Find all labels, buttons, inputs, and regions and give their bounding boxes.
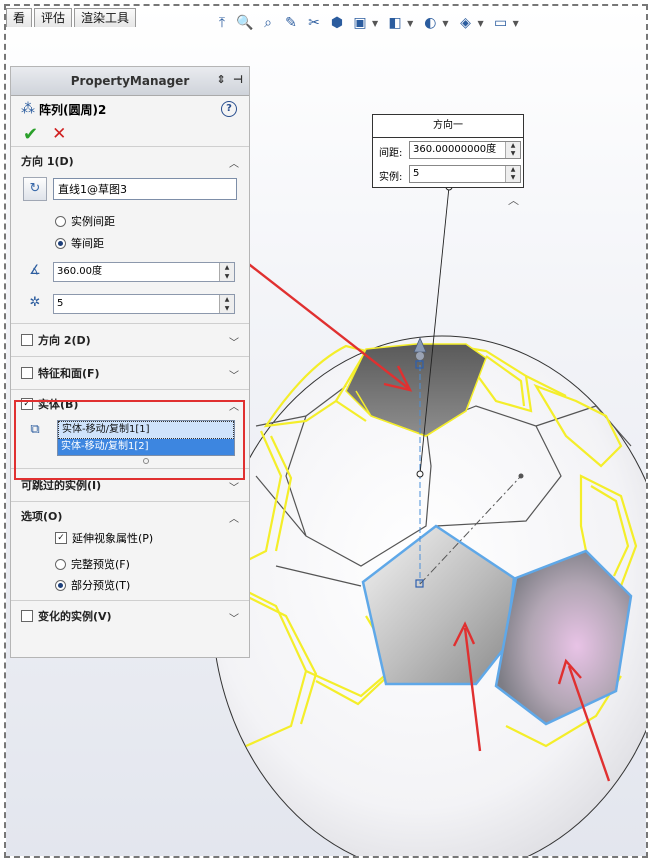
chevron-down-icon[interactable]: ▼ [477,19,483,28]
apply-scene-icon[interactable]: ◈ [454,12,476,34]
monitor-icon[interactable]: ▭ [490,12,512,34]
circular-pattern-icon: ⁂ [21,101,35,117]
partial-preview-option[interactable]: 部分预览(T) [55,577,130,593]
varied-instances-checkbox[interactable] [21,610,33,622]
chevron-down-icon[interactable]: ﹀ [229,334,239,349]
previous-view-icon[interactable]: ✎ [280,12,302,34]
angle-spinner[interactable]: ▲ ▼ [219,263,234,281]
direction2-header[interactable]: 方向 2(D) ﹀ [11,324,249,356]
chevron-up-icon[interactable]: ︿ [508,192,519,208]
view-cube-icon[interactable]: ⬢ [326,12,348,34]
radio-partial-preview[interactable] [55,579,66,591]
callout-instances-row: 实例: 5 ▲ ▼ [373,162,523,186]
instances-field[interactable]: 5 ▲ ▼ [53,294,235,314]
callout-spacing-field[interactable]: 360.00000000度 ▲ ▼ [409,141,521,159]
display-style-icon[interactable]: ▣ [349,12,371,34]
graphics-viewport[interactable]: 看 评估 渲染工具 ⤒ 🔍 ⌕ ✎ ✂ ⬢ ▣ ▼ ◧ ▼ ◐ ▼ ◈ ▼ ▭ … [6,6,646,856]
varied-instances-section: 变化的实例(V) ﹀ [11,600,249,631]
list-item[interactable]: 实体-移动/复制1[2] [58,439,234,455]
features-faces-section: 特征和面(F) ﹀ [11,356,249,389]
varied-instances-header[interactable]: 变化的实例(V) ﹀ [11,601,249,631]
edit-appearance-icon[interactable]: ◐ [419,12,441,34]
full-preview-option[interactable]: 完整预览(F) [55,556,130,572]
direction1-section: 方向 1(D) ︿ ↻ 直线1@草图3 实例间距 等间距 ∡ 360.00度 ▲… [11,146,249,323]
radio-instance-spacing[interactable] [55,215,66,227]
feature-title-row: ⁂ 阵列(圆周)2 ? [11,96,249,122]
property-manager-panel: PropertyManager ⇕ ⊣ ⁂ 阵列(圆周)2 ? ✔ ✕ 方向 1… [10,66,250,658]
bodies-header[interactable]: ✓ 实体(B) ︿ [11,390,249,418]
direction2-section: 方向 2(D) ﹀ [11,323,249,356]
angle-field[interactable]: 360.00度 ▲ ▼ [53,262,235,282]
tab-evaluate[interactable]: 评估 [34,8,73,27]
radio-full-preview[interactable] [55,558,66,570]
callout-title: 方向一 [373,115,523,138]
callout-spacing-row: 间距: 360.00000000度 ▲ ▼ [373,138,523,162]
chevron-down-icon[interactable]: ▼ [372,19,378,28]
bodies-section: ✓ 实体(B) ︿ ⧉ 实体-移动/复制1[1] 实体-移动/复制1[2] [11,389,249,468]
screenshot-frame: 看 评估 渲染工具 ⤒ 🔍 ⌕ ✎ ✂ ⬢ ▣ ▼ ◧ ▼ ◐ ▼ ◈ ▼ ▭ … [4,4,648,858]
section-view-icon[interactable]: ✂ [303,12,325,34]
property-manager-header: PropertyManager ⇕ ⊣ [11,67,249,96]
help-icon[interactable]: ? [221,101,237,117]
zoom-area-icon[interactable]: ⌕ [257,12,279,34]
direction-callout: 方向一 间距: 360.00000000度 ▲ ▼ 实例: 5 ▲ ▼ [372,114,524,188]
direction2-checkbox[interactable] [21,334,33,346]
chevron-down-icon[interactable]: ▼ [407,19,413,28]
hide-show-icon[interactable]: ◧ [384,12,406,34]
list-item[interactable]: 实体-移动/复制1[1] [58,421,234,439]
options-section: 选项(O) ︿ ✓ 延伸视象属性(P) 完整预览(F) 部分预览(T) [11,501,249,600]
angle-icon: ∡ [29,263,41,278]
feature-title: 阵列(圆周)2 [39,102,107,117]
command-manager-tabs: 看 评估 渲染工具 [6,6,138,28]
chevron-down-icon[interactable]: ﹀ [229,479,239,494]
direction1-header[interactable]: 方向 1(D) ︿ [11,147,249,175]
chevron-down-icon[interactable]: ▼ [442,19,448,28]
equal-spacing-option[interactable]: 等间距 [55,235,104,251]
chevron-down-icon[interactable]: ▼ [513,19,519,28]
radio-equal-spacing[interactable] [55,237,66,249]
tab-render-tools[interactable]: 渲染工具 [74,8,137,27]
propagate-visual-option[interactable]: ✓ 延伸视象属性(P) [55,530,153,546]
skip-instances-header[interactable]: 可跳过的实例(I) ﹀ [11,469,249,501]
ok-button[interactable]: ✔ [23,124,38,145]
instances-spinner[interactable]: ▲ ▼ [219,295,234,313]
ok-cancel-row: ✔ ✕ [11,122,249,146]
features-faces-header[interactable]: 特征和面(F) ﹀ [11,357,249,389]
skip-instances-section: 可跳过的实例(I) ﹀ [11,468,249,501]
propagate-visual-checkbox[interactable]: ✓ [55,532,67,544]
cancel-button[interactable]: ✕ [52,124,66,144]
features-faces-checkbox[interactable] [21,367,33,379]
bodies-icon: ⧉ [30,422,40,437]
pattern-axis-field[interactable]: 直线1@草图3 [53,178,237,200]
view-orientation-icon[interactable]: ⤒ [211,12,233,34]
instance-spacing-option[interactable]: 实例间距 [55,213,115,229]
expand-panel-icon[interactable]: ⇕ [214,73,228,87]
pin-icon[interactable]: ⊣ [231,73,245,87]
chevron-down-icon[interactable]: ﹀ [229,610,239,625]
callout-instances-field[interactable]: 5 ▲ ▼ [409,165,521,183]
callout-instances-spinner[interactable]: ▲ ▼ [505,166,520,182]
chevron-up-icon[interactable]: ︿ [229,155,239,170]
options-header[interactable]: 选项(O) ︿ [11,502,249,530]
instances-icon: ✲ [29,295,41,310]
callout-spacing-spinner[interactable]: ▲ ▼ [505,142,520,158]
list-resize-handle[interactable] [143,458,149,464]
tab-view[interactable]: 看 [6,8,33,27]
heads-up-view-toolbar: ⤒ 🔍 ⌕ ✎ ✂ ⬢ ▣ ▼ ◧ ▼ ◐ ▼ ◈ ▼ ▭ ▼ [211,12,525,34]
zoom-fit-icon[interactable]: 🔍 [234,12,256,34]
chevron-up-icon[interactable]: ︿ [229,398,239,413]
chevron-down-icon[interactable]: ﹀ [229,367,239,382]
reverse-direction-button[interactable]: ↻ [23,177,47,201]
chevron-up-icon[interactable]: ︿ [229,510,239,525]
bodies-selection-list[interactable]: 实体-移动/复制1[1] 实体-移动/复制1[2] [57,420,235,456]
bodies-checkbox[interactable]: ✓ [21,398,33,410]
property-manager-title: PropertyManager [70,74,190,88]
